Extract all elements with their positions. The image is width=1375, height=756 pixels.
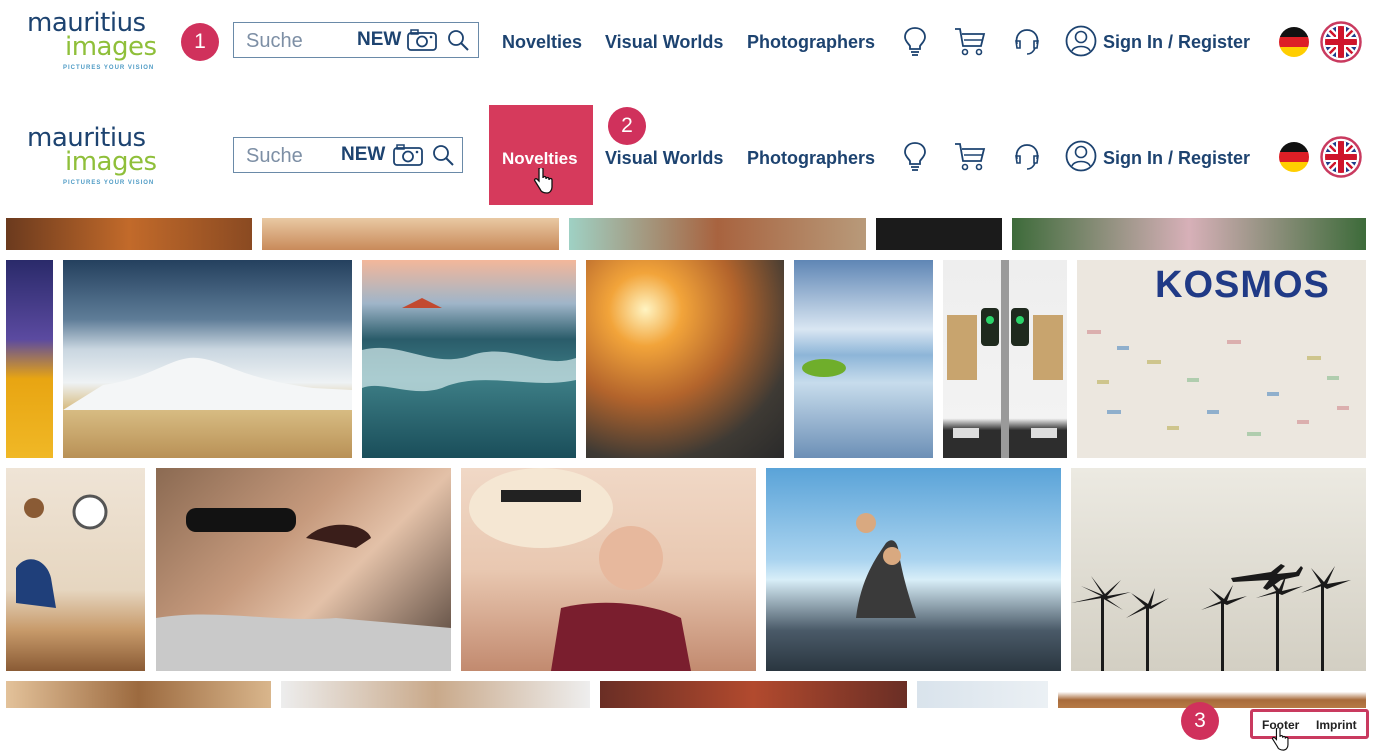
gallery-image[interactable] — [600, 681, 907, 708]
gallery-image[interactable] — [1058, 681, 1366, 708]
search-icon[interactable] — [447, 29, 469, 56]
gallery-image[interactable] — [362, 260, 576, 458]
nav-visual-worlds[interactable]: Visual Worlds — [605, 148, 723, 169]
flag-de-icon[interactable] — [1278, 26, 1310, 63]
gallery-image[interactable] — [586, 260, 784, 458]
gallery-image[interactable] — [794, 260, 933, 458]
mauritius-images-logo[interactable]: mauritius images PICTURES YOUR VISION — [25, 123, 175, 191]
search-icon[interactable] — [432, 144, 454, 171]
lightbulb-icon[interactable] — [903, 141, 927, 178]
gallery-image[interactable] — [6, 260, 53, 458]
logo-line2: images — [65, 32, 157, 62]
camera-icon[interactable] — [407, 29, 437, 56]
user-icon[interactable] — [1065, 25, 1097, 62]
logo-tagline: PICTURES YOUR VISION — [63, 65, 155, 71]
gallery-image[interactable] — [6, 218, 252, 250]
nav-novelties[interactable]: Novelties — [502, 32, 582, 53]
kosmos-sign-text: KOSMOS — [1155, 264, 1330, 306]
hand-cursor-icon — [533, 166, 553, 199]
flag-uk-icon[interactable] — [1320, 136, 1362, 183]
cart-icon[interactable] — [954, 27, 986, 62]
step-badge-3: 3 — [1181, 702, 1219, 740]
logo-line2: images — [65, 147, 157, 177]
header-state-2: mauritius images PICTURES YOUR VISION Su… — [0, 105, 1375, 205]
search-placeholder: Suche — [246, 145, 303, 167]
nav-novelties-label: Novelties — [502, 149, 578, 168]
cart-icon[interactable] — [954, 142, 986, 177]
flag-uk-icon[interactable] — [1320, 21, 1362, 68]
gallery-image[interactable]: KOSMOS — [1077, 260, 1366, 458]
nav-sign-in[interactable]: Sign In / Register — [1103, 32, 1250, 53]
gallery-image[interactable] — [569, 218, 866, 250]
gallery-image[interactable] — [1071, 468, 1366, 671]
nav-sign-in[interactable]: Sign In / Register — [1103, 148, 1250, 169]
gallery-image[interactable] — [262, 218, 559, 250]
camera-icon[interactable] — [393, 144, 423, 171]
hand-cursor-icon — [1271, 726, 1289, 756]
flag-de-icon[interactable] — [1278, 141, 1310, 178]
nav-photographers[interactable]: Photographers — [747, 148, 875, 169]
gallery-image[interactable] — [156, 468, 451, 671]
headset-icon[interactable] — [1011, 141, 1043, 178]
gallery-image[interactable] — [1012, 218, 1366, 250]
nav-novelties-active[interactable]: Novelties — [489, 105, 593, 205]
gallery-image[interactable] — [917, 681, 1048, 708]
gallery-image[interactable] — [766, 468, 1061, 671]
search-box[interactable]: Suche NEW — [233, 137, 463, 173]
mauritius-images-logo[interactable]: mauritius images PICTURES YOUR VISION — [25, 8, 175, 76]
headset-icon[interactable] — [1011, 26, 1043, 63]
gallery-image[interactable] — [943, 260, 1067, 458]
gallery-image[interactable] — [6, 681, 271, 708]
gallery-image[interactable] — [876, 218, 1002, 250]
new-label: NEW — [341, 144, 386, 165]
nav-photographers[interactable]: Photographers — [747, 32, 875, 53]
footer-links-box: Footer Imprint — [1250, 709, 1369, 739]
image-gallery: KOSMOS — [0, 218, 1375, 708]
step-badge-2: 2 — [608, 107, 646, 145]
header-state-1: mauritius images PICTURES YOUR VISION 1 … — [0, 0, 1375, 100]
step-badge-1: 1 — [181, 23, 219, 61]
gallery-image[interactable] — [63, 260, 352, 458]
lightbulb-icon[interactable] — [903, 26, 927, 63]
new-label: NEW — [357, 29, 402, 50]
gallery-image[interactable] — [6, 468, 145, 671]
gallery-image[interactable] — [461, 468, 756, 671]
search-box[interactable]: Suche NEW — [233, 22, 479, 58]
search-placeholder: Suche — [246, 30, 303, 52]
logo-tagline: PICTURES YOUR VISION — [63, 180, 155, 186]
user-icon[interactable] — [1065, 140, 1097, 177]
nav-visual-worlds[interactable]: Visual Worlds — [605, 32, 723, 53]
gallery-image[interactable] — [281, 681, 590, 708]
imprint-link[interactable]: Imprint — [1316, 718, 1357, 732]
